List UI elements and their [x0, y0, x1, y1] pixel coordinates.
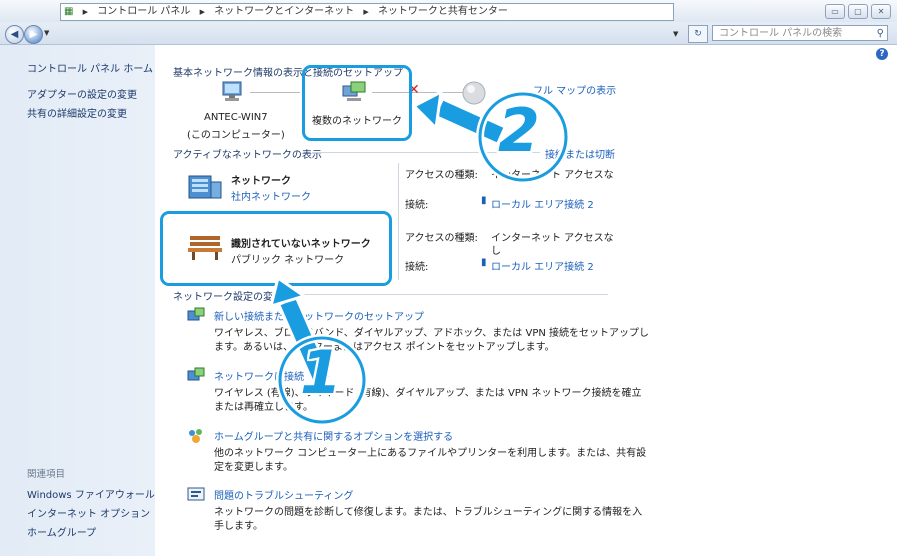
callout-number-two: 2 — [498, 96, 540, 166]
callout-number-one: 1 — [300, 338, 342, 408]
callout-arrows — [268, 89, 570, 426]
